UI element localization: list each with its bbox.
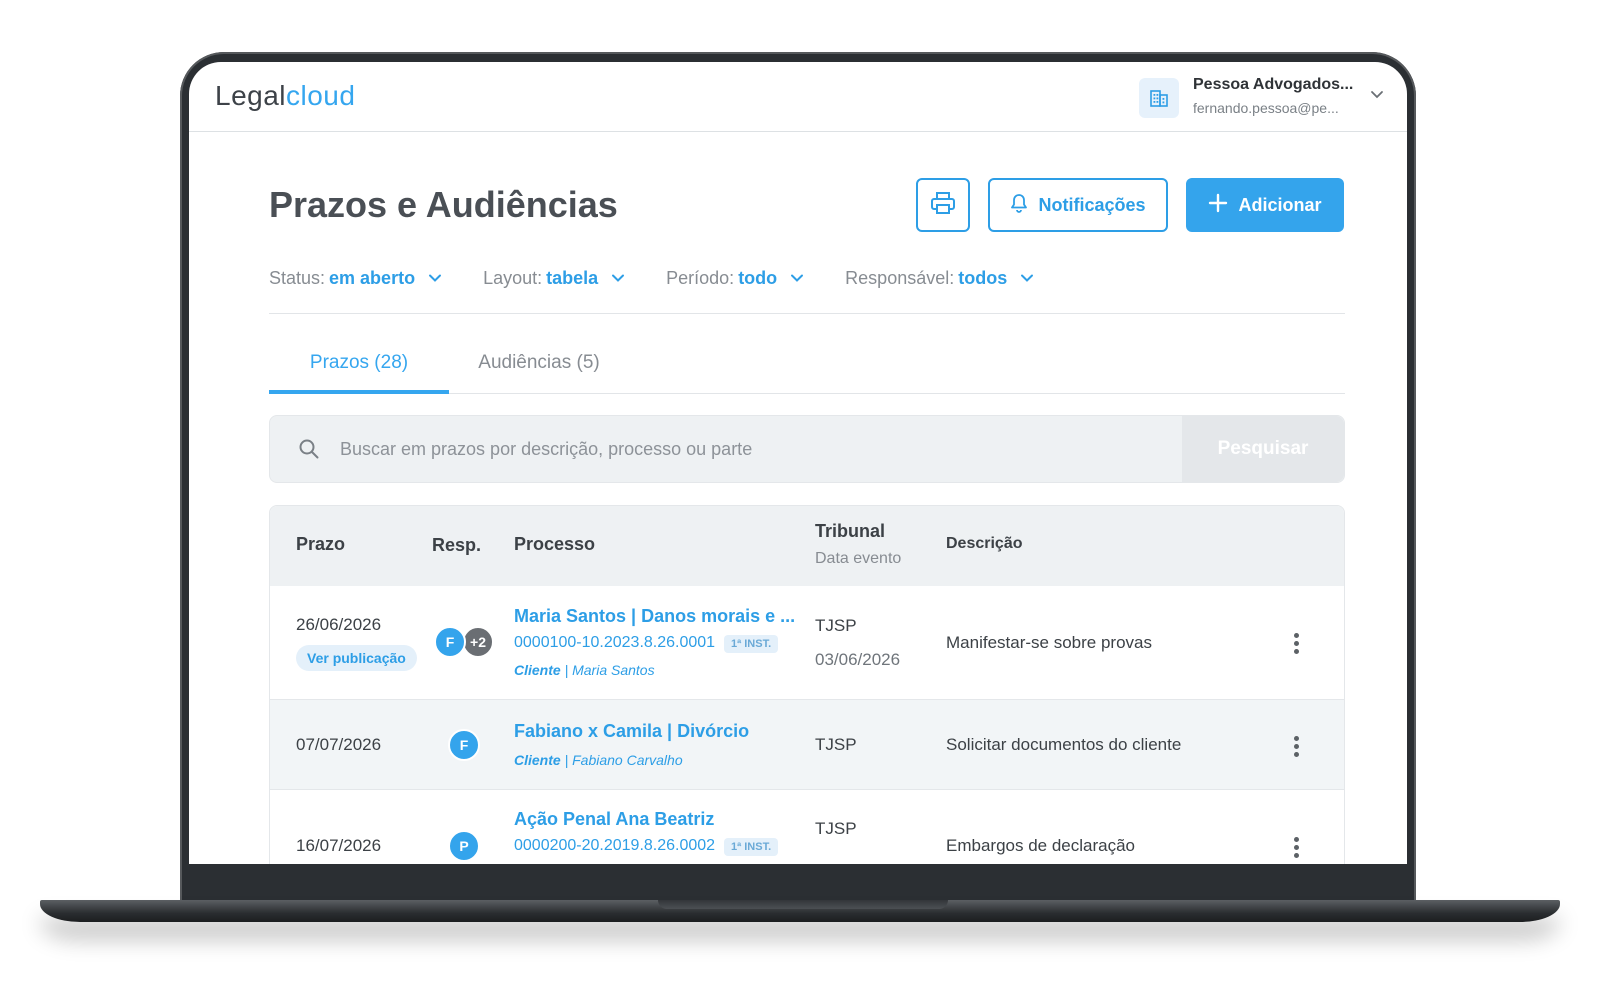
avatar[interactable]: F — [448, 729, 480, 761]
avatar[interactable]: F — [434, 626, 466, 658]
chevron-down-icon[interactable] — [1369, 86, 1385, 107]
party-role: Cliente — [514, 662, 561, 678]
kebab-menu-icon[interactable] — [1294, 736, 1300, 760]
prazo-date: 26/06/2026 — [296, 615, 382, 634]
top-bar: Legalcloud Pessoa Advogados... fernando.… — [189, 62, 1407, 132]
print-button[interactable] — [916, 178, 970, 232]
filter-value: todo — [738, 267, 778, 288]
tab-audiencias[interactable]: Audiências (5) — [459, 340, 619, 394]
notifications-label: Notificações — [1038, 194, 1146, 215]
chevron-down-icon — [1021, 274, 1034, 282]
party-info: Cliente | Maria Santos — [514, 662, 655, 678]
add-label: Adicionar — [1238, 194, 1322, 215]
column-header-tribunal[interactable]: Tribunal — [815, 521, 885, 542]
instancia-badge: 1ª INST. — [724, 635, 779, 653]
filter-value: todos — [958, 267, 1008, 288]
filter-periodo[interactable]: Período: todo — [666, 266, 805, 290]
processo-title[interactable]: Maria Santos | Danos morais e ... — [514, 606, 795, 627]
filter-label: Status: — [269, 267, 326, 288]
prazo-date: 07/07/2026 — [296, 735, 382, 754]
building-icon[interactable] — [1139, 78, 1179, 118]
data-evento: 03/06/2026 — [815, 650, 901, 669]
laptop-notch — [658, 900, 948, 909]
search-bar: Pesquisar — [269, 415, 1345, 483]
tribunal: TJSP — [815, 819, 857, 838]
logo-text-legal: Legal — [215, 80, 287, 111]
chevron-down-icon — [612, 274, 625, 282]
org-email: fernando.pessoa@pe... — [1193, 100, 1339, 116]
search-input[interactable] — [340, 416, 1170, 482]
tab-prazos[interactable]: Prazos (28) — [269, 340, 449, 394]
plus-icon — [1208, 193, 1228, 218]
chevron-down-icon — [791, 274, 804, 282]
party-name: | Maria Santos — [564, 662, 655, 678]
add-button[interactable]: Adicionar — [1186, 178, 1344, 232]
filter-bar: Status: em aberto Layout: tabela Período… — [269, 266, 1075, 290]
processo-number[interactable]: 0000200-20.2019.8.26.0002 — [514, 837, 715, 855]
table-row[interactable]: 26/06/2026 Ver publicação +2 F Maria San… — [270, 586, 1344, 700]
party-name: | Fabiano Carvalho — [564, 752, 683, 768]
deadlines-table: Prazo Resp. Processo Tribunal Data event… — [269, 505, 1345, 864]
table-header: Prazo Resp. Processo Tribunal Data event… — [270, 506, 1344, 586]
column-header-data-evento: Data evento — [815, 550, 902, 567]
column-header-resp[interactable]: Resp. — [432, 535, 481, 556]
filter-value: em aberto — [329, 267, 416, 288]
app-screen: Legalcloud Pessoa Advogados... fernando.… — [189, 62, 1407, 864]
printer-icon — [930, 191, 956, 220]
kebab-menu-icon[interactable] — [1294, 837, 1300, 861]
search-button[interactable]: Pesquisar — [1182, 416, 1344, 482]
avatar-extra[interactable]: +2 — [462, 626, 494, 658]
instancia-badge: 1ª INST. — [724, 838, 779, 856]
filter-label: Responsável: — [845, 267, 955, 288]
org-name[interactable]: Pessoa Advogados... — [1193, 76, 1353, 94]
filter-label: Layout: — [483, 267, 543, 288]
processo-number[interactable]: 0000100-10.2023.8.26.0001 — [514, 634, 715, 652]
party-role: Cliente — [514, 752, 561, 768]
divider — [269, 313, 1345, 314]
descricao: Embargos de declaração — [946, 836, 1136, 855]
app-logo[interactable]: Legalcloud — [215, 80, 355, 112]
descricao: Solicitar documentos do cliente — [946, 735, 1182, 754]
notifications-button[interactable]: Notificações — [988, 178, 1168, 232]
processo-title[interactable]: Ação Penal Ana Beatriz — [514, 809, 714, 830]
column-header-descricao[interactable]: Descrição — [946, 535, 1023, 553]
prazo-date: 16/07/2026 — [296, 836, 382, 855]
tribunal: TJSP — [815, 735, 857, 754]
tab-bar: Prazos (28) Audiências (5) — [269, 340, 1345, 394]
ver-publicacao-badge[interactable]: Ver publicação — [296, 645, 417, 671]
filter-label: Período: — [666, 267, 735, 288]
page-title: Prazos e Audiências — [269, 184, 618, 225]
filter-layout[interactable]: Layout: tabela — [483, 266, 626, 290]
avatar[interactable]: P — [448, 830, 480, 862]
table-row[interactable]: 16/07/2026 P Ação Penal Ana Beatriz 0000… — [270, 790, 1344, 864]
bell-icon — [1010, 193, 1028, 218]
filter-value: tabela — [546, 267, 599, 288]
table-row[interactable]: 07/07/2026 F Fabiano x Camila | Divórcio… — [270, 700, 1344, 790]
filter-status[interactable]: Status: em aberto — [269, 266, 443, 290]
filter-responsavel[interactable]: Responsável: todos — [845, 266, 1035, 290]
descricao: Manifestar-se sobre provas — [946, 633, 1152, 652]
column-header-prazo[interactable]: Prazo — [296, 534, 345, 555]
column-header-processo[interactable]: Processo — [514, 534, 595, 555]
logo-text-cloud: cloud — [286, 80, 356, 111]
search-icon — [298, 438, 320, 465]
chevron-down-icon — [429, 274, 442, 282]
tribunal: TJSP — [815, 616, 857, 635]
kebab-menu-icon[interactable] — [1294, 633, 1300, 657]
processo-title[interactable]: Fabiano x Camila | Divórcio — [514, 721, 749, 742]
party-info: Cliente | Fabiano Carvalho — [514, 752, 683, 768]
